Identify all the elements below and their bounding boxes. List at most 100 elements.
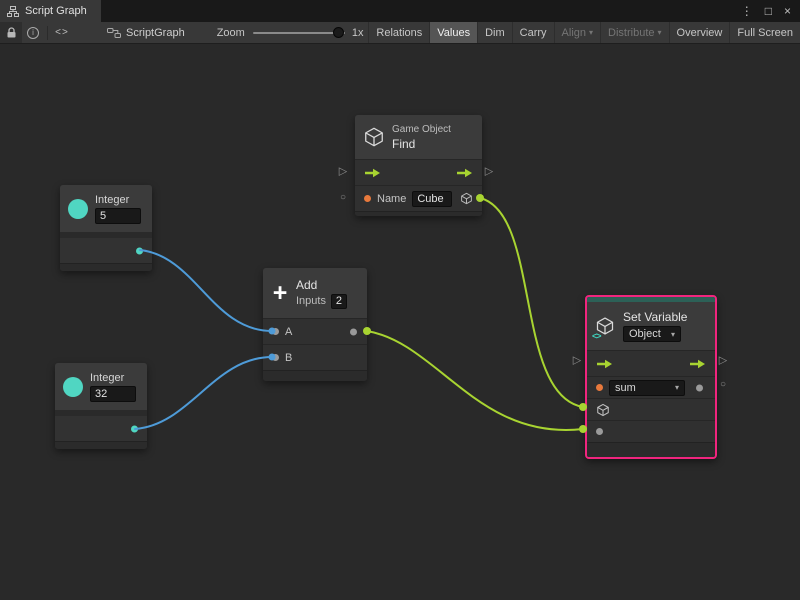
node-category: Game Object xyxy=(392,124,451,135)
tab-script-graph[interactable]: Script Graph xyxy=(0,0,101,22)
variable-name-value: sum xyxy=(615,382,636,394)
toolbar: i <> ScriptGraph Zoom 1x Relations Value… xyxy=(0,22,800,44)
graph-name-label: ScriptGraph xyxy=(126,27,185,39)
node-integer-a[interactable]: Integer 5 xyxy=(60,185,152,271)
integer-output-port[interactable] xyxy=(131,425,138,432)
variable-name-port[interactable] xyxy=(596,384,603,391)
add-row-a: A xyxy=(263,318,367,344)
inputs-count-field[interactable]: 2 xyxy=(331,294,347,309)
set-variable-flow-in-port-marker[interactable]: ▷ xyxy=(573,356,581,367)
overview-button[interactable]: Overview xyxy=(669,22,730,43)
variable-angle-brackets-icon: <> xyxy=(592,331,601,341)
integer-icon xyxy=(68,199,88,219)
value-input-port[interactable] xyxy=(596,428,603,435)
node-title: Set Variable xyxy=(623,310,687,324)
kebab-menu-icon[interactable]: ⋮ xyxy=(741,5,753,17)
caret-down-icon: ▾ xyxy=(589,28,593,37)
integer-a-header: Integer 5 xyxy=(60,185,152,232)
carry-label: Carry xyxy=(520,27,547,39)
wire-integer-5-to-add-a[interactable] xyxy=(140,250,272,331)
info-icon: i xyxy=(27,27,39,39)
object-input-cube-icon[interactable] xyxy=(596,403,610,417)
carry-button[interactable]: Carry xyxy=(512,22,554,43)
find-name-row: Name Cube xyxy=(355,185,482,211)
lock-icon xyxy=(6,27,17,39)
caret-down-icon: ▾ xyxy=(675,383,679,392)
find-header: Game Object Find xyxy=(355,115,482,159)
find-flow-out-port-marker[interactable]: ▷ xyxy=(485,167,493,178)
add-input-a-port[interactable] xyxy=(272,328,279,335)
add-output-port[interactable] xyxy=(350,328,357,335)
close-icon[interactable]: × xyxy=(784,5,791,17)
set-variable-icon: <> xyxy=(595,316,616,337)
game-object-output-icon[interactable] xyxy=(460,192,473,205)
variable-kind-value: Object xyxy=(629,328,661,340)
distribute-label: Distribute xyxy=(608,27,654,39)
lock-button[interactable] xyxy=(0,22,22,43)
wire-add-to-set-variable-value[interactable] xyxy=(367,331,583,430)
integer-value-input[interactable]: 5 xyxy=(95,208,141,224)
align-button[interactable]: Align▾ xyxy=(554,22,600,43)
set-variable-header: <> Set Variable Object ▾ xyxy=(587,302,715,350)
align-label: Align xyxy=(562,27,586,39)
zoom-slider[interactable] xyxy=(253,22,345,44)
find-flow-in-port-marker[interactable]: ▷ xyxy=(339,167,347,178)
variable-name-dropdown[interactable]: sum ▾ xyxy=(609,380,685,396)
dim-button[interactable]: Dim xyxy=(477,22,512,43)
distribute-button[interactable]: Distribute▾ xyxy=(600,22,668,43)
tab-label: Script Graph xyxy=(25,5,87,17)
wire-find-to-set-variable-object[interactable] xyxy=(480,198,583,407)
add-icon: + xyxy=(271,283,289,303)
maximize-icon[interactable]: □ xyxy=(765,5,772,17)
node-footer xyxy=(60,263,152,271)
flow-in-arrow-icon[interactable] xyxy=(596,359,613,369)
zoom-slider-handle[interactable] xyxy=(333,27,344,38)
variable-name-row: sum ▾ xyxy=(587,376,715,398)
script-graph-icon xyxy=(107,28,121,38)
titlebar-spacer xyxy=(101,0,741,22)
node-add[interactable]: + Add Inputs 2 A B xyxy=(263,268,367,381)
node-integer-b[interactable]: Integer 32 xyxy=(55,363,147,449)
node-footer xyxy=(263,370,367,381)
integer-output-port[interactable] xyxy=(136,247,143,254)
wire-integer-32-to-add-b[interactable] xyxy=(135,357,272,429)
fullscreen-button[interactable]: Full Screen xyxy=(729,22,800,43)
name-label: Name xyxy=(377,193,406,205)
integer-icon xyxy=(63,377,83,397)
graph-canvas[interactable]: Integer 5 Integer 32 + Add xyxy=(0,44,800,600)
integer-value-input[interactable]: 32 xyxy=(90,386,136,402)
flow-out-arrow-icon[interactable] xyxy=(689,359,706,369)
find-name-input[interactable]: Cube xyxy=(412,191,452,207)
add-input-b-port[interactable] xyxy=(272,354,279,361)
inspect-button[interactable]: i xyxy=(22,22,44,43)
add-header: + Add Inputs 2 xyxy=(263,268,367,318)
node-find[interactable]: Game Object Find Name Cube xyxy=(355,115,482,216)
code-view-button[interactable]: <> xyxy=(51,22,73,43)
values-label: Values xyxy=(437,27,470,39)
flow-out-arrow-icon[interactable] xyxy=(456,168,473,178)
graph-breadcrumb[interactable]: ScriptGraph xyxy=(107,27,185,39)
flow-in-arrow-icon[interactable] xyxy=(364,168,381,178)
values-button[interactable]: Values xyxy=(429,22,477,43)
find-name-port-marker[interactable]: ○ xyxy=(340,193,346,203)
variable-output-port[interactable] xyxy=(696,384,703,391)
integer-b-header: Integer 32 xyxy=(55,363,147,410)
find-flow-row xyxy=(355,159,482,185)
find-name-port[interactable] xyxy=(364,195,371,202)
set-variable-flow-row xyxy=(587,350,715,376)
integer-b-output-row xyxy=(55,416,147,441)
relations-button[interactable]: Relations xyxy=(368,22,429,43)
node-footer xyxy=(587,442,715,457)
zoom-label: Zoom xyxy=(217,27,245,39)
node-set-variable[interactable]: <> Set Variable Object ▾ sum ▾ xyxy=(585,295,717,459)
zoom-value: 1x xyxy=(352,27,364,39)
fullscreen-label: Full Screen xyxy=(737,27,793,39)
set-variable-flow-out-port-marker[interactable]: ▷ xyxy=(719,356,727,367)
set-variable-output-port-marker[interactable]: ○ xyxy=(720,380,726,390)
integer-a-output-row xyxy=(60,238,152,263)
caret-down-icon: ▾ xyxy=(671,330,675,339)
toolbar-separator xyxy=(47,26,48,40)
dim-label: Dim xyxy=(485,27,505,39)
variable-kind-dropdown[interactable]: Object ▾ xyxy=(623,326,681,342)
graph-icon xyxy=(7,6,19,17)
